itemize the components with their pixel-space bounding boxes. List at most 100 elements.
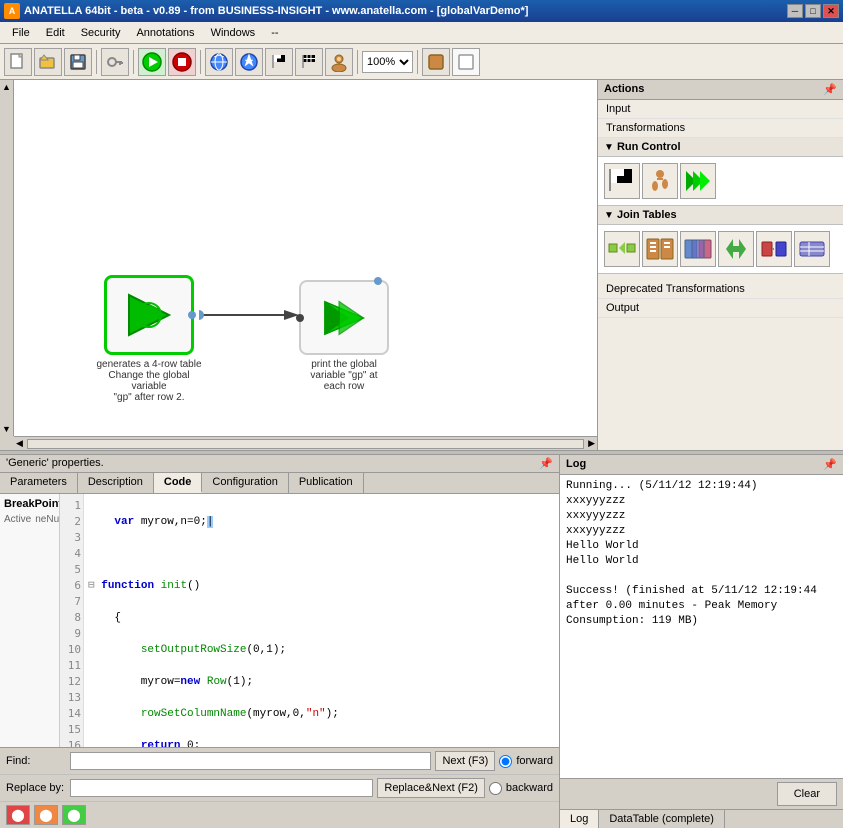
key-button[interactable] xyxy=(101,48,129,76)
log-header: Log 📌 xyxy=(560,455,843,475)
flag2-button[interactable] xyxy=(295,48,323,76)
separator4 xyxy=(357,50,358,74)
scroll-up[interactable]: ▲ xyxy=(2,82,11,92)
code-line-8: return 0; xyxy=(88,740,200,747)
separator2 xyxy=(133,50,134,74)
actions-pin[interactable]: 📌 xyxy=(823,83,837,96)
backward-radio[interactable] xyxy=(489,782,502,795)
node2-label: print the globalvariable "gp" ateach row xyxy=(294,359,394,392)
code-content[interactable]: var myrow,n=0;| ⊟ function init() { setO… xyxy=(84,494,559,747)
forward-radio[interactable] xyxy=(499,755,512,768)
extra-btn2[interactable] xyxy=(452,48,480,76)
separator5 xyxy=(417,50,418,74)
zoom-select[interactable]: 100% 50% 75% 125% 150% 200% xyxy=(362,51,413,73)
node1[interactable]: generates a 4-row tableChange the global… xyxy=(104,275,194,355)
action-join-tables[interactable]: ▼ Join Tables xyxy=(598,206,843,225)
forward-radio-group: forward xyxy=(499,755,553,768)
run-icon-flag[interactable] xyxy=(604,163,640,199)
menu-extra[interactable]: -- xyxy=(263,25,286,41)
find-next-button[interactable]: Next (F3) xyxy=(435,751,495,771)
log-tab-datatable[interactable]: DataTable (complete) xyxy=(599,810,725,828)
window-title: ANATELLA 64bit - beta - v0.89 - from BUS… xyxy=(24,5,787,17)
join-icon-2[interactable] xyxy=(642,231,678,267)
line-numbers: 12345678910111213141516 xyxy=(60,494,84,747)
tab-configuration[interactable]: Configuration xyxy=(202,473,288,493)
code-line-1: var myrow,n=0;| xyxy=(88,516,213,528)
props-pin[interactable]: 📌 xyxy=(539,457,553,470)
log-title: Log xyxy=(566,458,586,471)
log-pin[interactable]: 📌 xyxy=(823,458,837,471)
canvas-hscroll[interactable]: ◀ ▶ xyxy=(14,436,597,450)
menu-file[interactable]: File xyxy=(4,25,38,41)
properties-panel: 'Generic' properties. 📌 Parameters Descr… xyxy=(0,455,560,828)
join-icon-5[interactable] xyxy=(756,231,792,267)
maximize-button[interactable]: □ xyxy=(805,4,821,18)
find-label: Find: xyxy=(6,755,66,767)
actions-title: Actions xyxy=(604,83,644,96)
join-icon-6[interactable] xyxy=(794,231,830,267)
join-tables-content xyxy=(598,225,843,274)
scroll-down[interactable]: ▼ xyxy=(2,424,11,434)
tab-parameters[interactable]: Parameters xyxy=(0,473,78,493)
forward-label: forward xyxy=(516,755,553,767)
menu-annotations[interactable]: Annotations xyxy=(128,25,202,41)
breakpoints-cols: Active neNum xyxy=(4,514,55,525)
menu-security[interactable]: Security xyxy=(73,25,129,41)
run-control-content xyxy=(598,157,843,206)
find-input[interactable] xyxy=(70,752,431,770)
action-transformations[interactable]: Transformations xyxy=(598,119,843,138)
nav-next-button[interactable]: ⬤ xyxy=(62,805,86,825)
log-tabs: Log DataTable (complete) xyxy=(560,809,843,828)
close-button[interactable]: ✕ xyxy=(823,4,839,18)
join-icon-3[interactable] xyxy=(680,231,716,267)
stop-button[interactable] xyxy=(168,48,196,76)
run-icon-person[interactable] xyxy=(642,163,678,199)
replace-input[interactable] xyxy=(70,779,373,797)
save-button[interactable] xyxy=(64,48,92,76)
clear-button[interactable]: Clear xyxy=(777,782,837,806)
scroll-left-btn[interactable]: ◀ xyxy=(14,438,25,449)
replace-next-button[interactable]: Replace&Next (F2) xyxy=(377,778,485,798)
nav-back-button[interactable]: ⬤ xyxy=(34,805,58,825)
action-deprecated[interactable]: Deprecated Transformations xyxy=(598,280,843,299)
run-icon-play-triple[interactable] xyxy=(680,163,716,199)
user-button[interactable] xyxy=(325,48,353,76)
props-title: 'Generic' properties. xyxy=(6,457,104,470)
actions-header: Actions 📌 xyxy=(598,80,843,100)
tab-publication[interactable]: Publication xyxy=(289,473,364,493)
code-area: BreakPoints: Active neNum 12345678910111… xyxy=(0,494,559,747)
action-input[interactable]: Input xyxy=(598,100,843,119)
play-button[interactable] xyxy=(138,48,166,76)
replace-label: Replace by: xyxy=(6,782,66,794)
extra-btn1[interactable] xyxy=(422,48,450,76)
open-button[interactable] xyxy=(34,48,62,76)
join-icon-1[interactable] xyxy=(604,231,640,267)
log-tab-log[interactable]: Log xyxy=(560,810,599,828)
nav-prev-button[interactable]: ⬤ xyxy=(6,805,30,825)
node1-output-dot[interactable] xyxy=(188,311,196,319)
scroll-nav: ⬤ ⬤ ⬤ xyxy=(0,801,559,828)
tab-code[interactable]: Code xyxy=(154,473,203,493)
join-tables-icons xyxy=(602,229,839,269)
menu-windows[interactable]: Windows xyxy=(203,25,264,41)
globe2-button[interactable] xyxy=(235,48,263,76)
action-output[interactable]: Output xyxy=(598,299,843,318)
node2-input-dot[interactable] xyxy=(296,314,304,322)
run-control-icons xyxy=(602,161,839,201)
join-icon-4[interactable] xyxy=(718,231,754,267)
tab-description[interactable]: Description xyxy=(78,473,154,493)
new-button[interactable] xyxy=(4,48,32,76)
canvas[interactable]: generates a 4-row tableChange the global… xyxy=(14,80,597,436)
globe1-button[interactable] xyxy=(205,48,233,76)
title-bar: A ANATELLA 64bit - beta - v0.89 - from B… xyxy=(0,0,843,22)
minimize-button[interactable]: ─ xyxy=(787,4,803,18)
menu-edit[interactable]: Edit xyxy=(38,25,73,41)
node2-top-dot[interactable] xyxy=(374,277,382,285)
canvas-wrapper: ▲ ▼ generates a 4-row xyxy=(0,80,598,450)
flag1-button[interactable] xyxy=(265,48,293,76)
backward-label: backward xyxy=(506,782,553,794)
log-footer: Clear xyxy=(560,778,843,809)
node2[interactable]: print the globalvariable "gp" ateach row xyxy=(299,280,389,355)
scroll-right-btn[interactable]: ▶ xyxy=(586,438,597,449)
action-run-control[interactable]: ▼ Run Control xyxy=(598,138,843,157)
